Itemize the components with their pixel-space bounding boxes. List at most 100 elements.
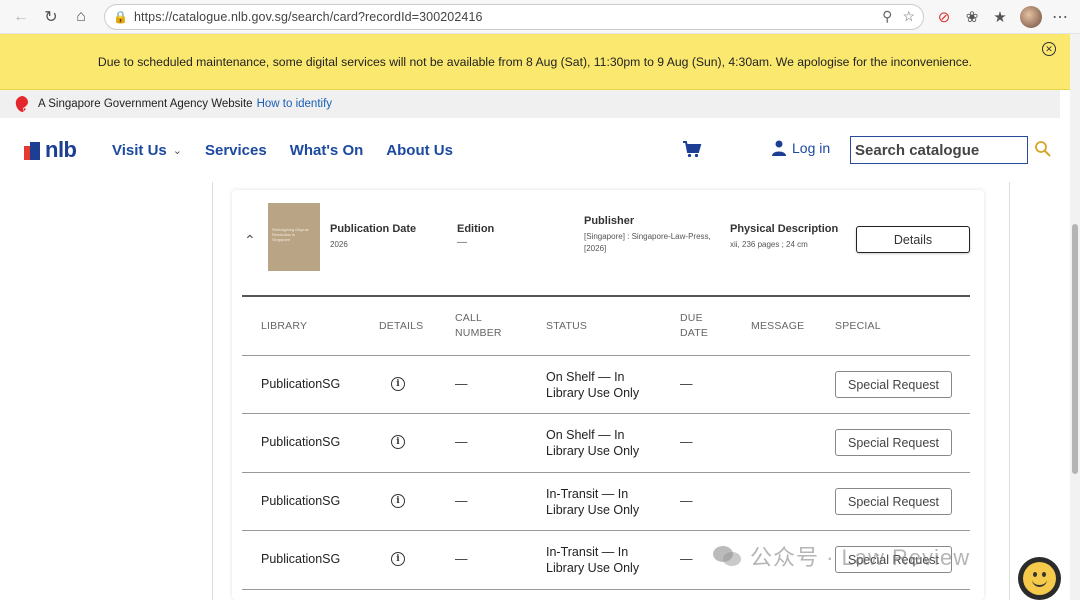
status-cell: On Shelf — In Library Use Only bbox=[546, 428, 656, 459]
scrollbar-thumb[interactable] bbox=[1072, 224, 1078, 474]
col-header-call-number-line2: NUMBER bbox=[455, 326, 502, 339]
publisher: Publisher [Singapore] : Singapore-Law-Pr… bbox=[584, 215, 711, 255]
status-cell: In-Transit — In Library Use Only bbox=[546, 545, 656, 576]
physical-description-label: Physical Description bbox=[730, 223, 839, 235]
details-button[interactable]: Details bbox=[856, 226, 970, 253]
status-line2: Library Use Only bbox=[546, 502, 640, 517]
due-date-cell: — bbox=[680, 435, 693, 449]
cart-icon[interactable] bbox=[682, 140, 702, 163]
search-placeholder: Search catalogue bbox=[855, 141, 980, 159]
extension-block-icon[interactable]: ⊘ bbox=[930, 4, 958, 30]
nav-visit-us-label: Visit Us bbox=[112, 141, 167, 159]
nav-about-us[interactable]: About Us bbox=[386, 142, 453, 159]
nav-whats-on[interactable]: What's On bbox=[290, 142, 364, 159]
col-header-status: STATUS bbox=[546, 320, 588, 332]
special-request-button[interactable]: Special Request bbox=[835, 429, 952, 456]
status-cell: On Shelf — In Library Use Only bbox=[546, 370, 656, 401]
login-label: Log in bbox=[792, 140, 831, 156]
physical-description: Physical Description xii, 236 pages ; 24… bbox=[730, 223, 838, 251]
favorites-icon[interactable]: ★ bbox=[986, 4, 1014, 30]
col-header-message: MESSAGE bbox=[751, 320, 805, 332]
col-header-library: LIBRARY bbox=[261, 320, 308, 332]
more-menu-icon[interactable]: ⋯ bbox=[1048, 7, 1072, 27]
nav-visit-us[interactable]: Visit Us ⌄ bbox=[112, 142, 182, 159]
extensions-icon[interactable]: ❀ bbox=[958, 4, 986, 30]
search-input[interactable]: Search catalogue bbox=[850, 136, 1028, 164]
page-scrollbar[interactable] bbox=[1070, 34, 1080, 600]
due-date-cell: — bbox=[680, 552, 693, 566]
url-text: https://catalogue.nlb.gov.sg/search/card… bbox=[133, 9, 483, 24]
library-cell: PublicationSG bbox=[261, 552, 341, 566]
wechat-icon bbox=[713, 546, 741, 566]
book-cover[interactable]: Reimagining Dispute Resolution in Singap… bbox=[268, 203, 320, 271]
call-number-cell: — bbox=[455, 552, 468, 566]
close-icon[interactable]: ✕ bbox=[1042, 42, 1056, 56]
chevron-down-icon: ⌄ bbox=[172, 144, 182, 157]
call-number-cell: — bbox=[455, 494, 468, 508]
info-icon[interactable]: i bbox=[391, 552, 405, 566]
user-icon bbox=[772, 140, 786, 156]
lion-head-icon bbox=[15, 96, 28, 112]
address-bar[interactable]: 🔒 https://catalogue.nlb.gov.sg/search/ca… bbox=[104, 3, 924, 30]
publisher-value-line1: [Singapore] : Singapore-Law-Press, bbox=[584, 232, 711, 241]
library-cell: PublicationSG bbox=[261, 494, 341, 508]
col-header-due-date-line1: DUE bbox=[680, 312, 703, 324]
info-icon[interactable]: i bbox=[391, 494, 405, 508]
table-row bbox=[242, 589, 970, 600]
profile-avatar[interactable] bbox=[1020, 5, 1042, 28]
banner-message: Due to scheduled maintenance, some digit… bbox=[97, 54, 973, 69]
special-request-button[interactable]: Special Request bbox=[835, 371, 952, 398]
publication-date-value: 2026 bbox=[330, 240, 348, 249]
call-number-cell: — bbox=[455, 435, 468, 449]
watermark: 公众号 · Law Review bbox=[712, 540, 970, 572]
call-number-cell: — bbox=[455, 377, 468, 391]
back-icon[interactable]: ← bbox=[8, 4, 34, 30]
col-header-call-number-line1: CALL bbox=[455, 312, 483, 324]
edition: Edition — bbox=[457, 223, 494, 250]
status-line2: Library Use Only bbox=[546, 385, 640, 400]
home-icon[interactable]: ⌂ bbox=[68, 4, 94, 30]
due-date-cell: — bbox=[680, 377, 693, 391]
search-icon[interactable] bbox=[1034, 140, 1052, 158]
nlb-logo[interactable]: nlb bbox=[24, 137, 90, 163]
status-line2: Library Use Only bbox=[546, 443, 640, 458]
due-date-cell: — bbox=[680, 494, 693, 508]
gov-masthead: A Singapore Government Agency Website Ho… bbox=[0, 90, 1060, 118]
info-icon[interactable]: i bbox=[391, 435, 405, 449]
status-line1: In-Transit — In bbox=[546, 545, 629, 559]
col-header-special: SPECIAL bbox=[835, 320, 881, 332]
divider bbox=[242, 295, 970, 297]
status-line1: On Shelf — In bbox=[546, 428, 625, 442]
status-line2: Library Use Only bbox=[546, 560, 640, 575]
library-cell: PublicationSG bbox=[261, 435, 341, 449]
how-to-identify-link[interactable]: How to identify bbox=[257, 98, 332, 110]
col-header-due-date: DUE DATE bbox=[680, 311, 708, 340]
smiley-icon[interactable] bbox=[1018, 557, 1061, 600]
special-request-button[interactable]: Special Request bbox=[835, 488, 952, 515]
chevron-up-icon[interactable]: ⌃ bbox=[244, 232, 256, 249]
maintenance-banner: Due to scheduled maintenance, some digit… bbox=[0, 34, 1070, 90]
col-header-due-date-line2: DATE bbox=[680, 326, 709, 339]
logo-mark bbox=[24, 140, 42, 160]
publication-date: Publication Date 2026 bbox=[330, 223, 416, 251]
watermark-text: 公众号 · Law Review bbox=[750, 545, 971, 570]
browser-toolbar: ← ↻ ⌂ 🔒 https://catalogue.nlb.gov.sg/sea… bbox=[0, 0, 1080, 34]
main-nav: Visit Us ⌄ Services What's On About Us bbox=[112, 142, 476, 159]
status-line1: On Shelf — In bbox=[546, 370, 625, 384]
cover-text: Reimagining Dispute Resolution in Singap… bbox=[272, 227, 309, 243]
edition-value: — bbox=[457, 237, 467, 248]
info-icon[interactable]: i bbox=[391, 377, 405, 391]
status-cell: In-Transit — In Library Use Only bbox=[546, 487, 656, 518]
login-link[interactable]: Log in bbox=[772, 140, 830, 156]
col-header-details: DETAILS bbox=[379, 320, 424, 332]
site-header: nlb Visit Us ⌄ Services What's On About … bbox=[0, 118, 1070, 182]
reload-icon[interactable]: ↻ bbox=[38, 4, 64, 30]
edition-label: Edition bbox=[457, 223, 495, 235]
publisher-label: Publisher bbox=[584, 215, 635, 227]
nav-services[interactable]: Services bbox=[205, 142, 267, 159]
status-line1: In-Transit — In bbox=[546, 487, 629, 501]
publication-date-label: Publication Date bbox=[330, 223, 417, 235]
library-cell: PublicationSG bbox=[261, 377, 341, 391]
favorite-star-icon[interactable]: ☆ bbox=[902, 8, 915, 25]
zoom-icon[interactable]: ⚲ bbox=[882, 8, 892, 25]
